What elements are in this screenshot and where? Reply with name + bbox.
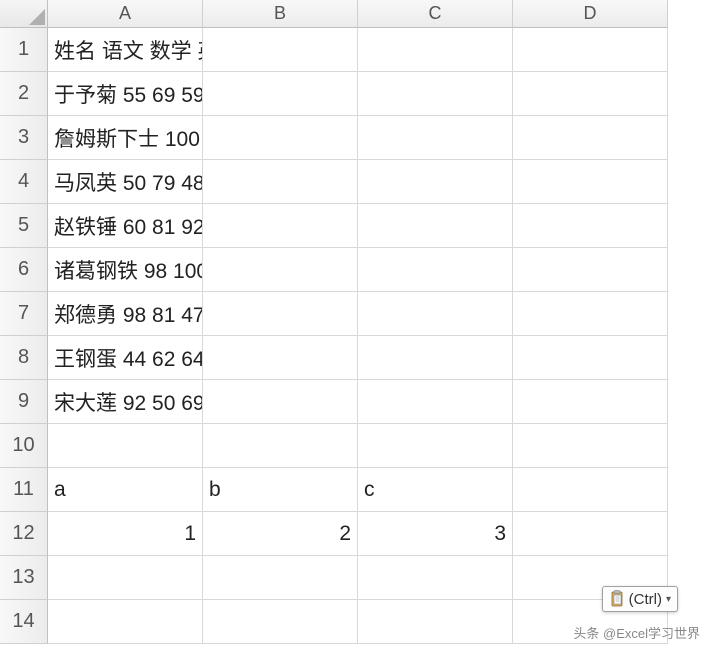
cell-C6[interactable] bbox=[358, 248, 513, 292]
cell-D1[interactable] bbox=[513, 28, 668, 72]
cell-D7[interactable] bbox=[513, 292, 668, 336]
row-header-7[interactable]: 7 bbox=[0, 292, 48, 336]
cell-C9[interactable] bbox=[358, 380, 513, 424]
cell-B14[interactable] bbox=[203, 600, 358, 644]
cell-C2[interactable] bbox=[358, 72, 513, 116]
row-header-6[interactable]: 6 bbox=[0, 248, 48, 292]
cell-D4[interactable] bbox=[513, 160, 668, 204]
row-header-8[interactable]: 8 bbox=[0, 336, 48, 380]
spreadsheet-grid: A B C D 1 姓名 语文 数学 英语 2 于予菊 55 69 59 3 詹… bbox=[0, 0, 708, 644]
cell-B4[interactable] bbox=[203, 160, 358, 204]
cell-B9[interactable] bbox=[203, 380, 358, 424]
cell-C4[interactable] bbox=[358, 160, 513, 204]
cell-A4[interactable]: 马凤英 50 79 48 bbox=[48, 160, 203, 204]
cell-D10[interactable] bbox=[513, 424, 668, 468]
row-header-5[interactable]: 5 bbox=[0, 204, 48, 248]
cell-C12[interactable]: 3 bbox=[358, 512, 513, 556]
cell-A13[interactable] bbox=[48, 556, 203, 600]
cell-B6[interactable] bbox=[203, 248, 358, 292]
cell-A6[interactable]: 诸葛钢铁 98 100 83 bbox=[48, 248, 203, 292]
cell-D11[interactable] bbox=[513, 468, 668, 512]
cell-A12[interactable]: 1 bbox=[48, 512, 203, 556]
select-all-corner[interactable] bbox=[0, 0, 48, 28]
cell-C8[interactable] bbox=[358, 336, 513, 380]
cell-A5[interactable]: 赵铁锤 60 81 92 bbox=[48, 204, 203, 248]
cell-B13[interactable] bbox=[203, 556, 358, 600]
col-header-A[interactable]: A bbox=[48, 0, 203, 28]
cell-A8[interactable]: 王钢蛋 44 62 64 bbox=[48, 336, 203, 380]
chevron-down-icon: ▾ bbox=[666, 594, 671, 605]
cell-A3[interactable]: 詹姆斯下士 100 64 61 bbox=[48, 116, 203, 160]
cell-D3[interactable] bbox=[513, 116, 668, 160]
cell-B7[interactable] bbox=[203, 292, 358, 336]
cell-A11[interactable]: a bbox=[48, 468, 203, 512]
cell-B2[interactable] bbox=[203, 72, 358, 116]
cell-A14[interactable] bbox=[48, 600, 203, 644]
cell-A2[interactable]: 于予菊 55 69 59 bbox=[48, 72, 203, 116]
cell-A1[interactable]: 姓名 语文 数学 英语 bbox=[48, 28, 203, 72]
row-header-11[interactable]: 11 bbox=[0, 468, 48, 512]
cell-D6[interactable] bbox=[513, 248, 668, 292]
cell-C3[interactable] bbox=[358, 116, 513, 160]
clipboard-icon bbox=[609, 590, 625, 608]
paste-options-label: (Ctrl) bbox=[629, 591, 662, 608]
cell-C11[interactable]: c bbox=[358, 468, 513, 512]
cell-B11[interactable]: b bbox=[203, 468, 358, 512]
cell-A9[interactable]: 宋大莲 92 50 69 bbox=[48, 380, 203, 424]
row-header-4[interactable]: 4 bbox=[0, 160, 48, 204]
col-header-B[interactable]: B bbox=[203, 0, 358, 28]
row-header-2[interactable]: 2 bbox=[0, 72, 48, 116]
cell-A7[interactable]: 郑德勇 98 81 47 bbox=[48, 292, 203, 336]
cell-D8[interactable] bbox=[513, 336, 668, 380]
cell-B12[interactable]: 2 bbox=[203, 512, 358, 556]
cell-C7[interactable] bbox=[358, 292, 513, 336]
col-header-C[interactable]: C bbox=[358, 0, 513, 28]
cell-B3[interactable] bbox=[203, 116, 358, 160]
row-header-10[interactable]: 10 bbox=[0, 424, 48, 468]
paste-options-button[interactable]: (Ctrl) ▾ bbox=[602, 586, 678, 612]
row-header-13[interactable]: 13 bbox=[0, 556, 48, 600]
cell-C13[interactable] bbox=[358, 556, 513, 600]
watermark-text: 头条 @Excel学习世界 bbox=[573, 623, 700, 642]
cell-C1[interactable] bbox=[358, 28, 513, 72]
cell-D9[interactable] bbox=[513, 380, 668, 424]
col-header-D[interactable]: D bbox=[513, 0, 668, 28]
cell-B5[interactable] bbox=[203, 204, 358, 248]
row-header-3[interactable]: 3 bbox=[0, 116, 48, 160]
row-header-12[interactable]: 12 bbox=[0, 512, 48, 556]
cell-B10[interactable] bbox=[203, 424, 358, 468]
cell-D5[interactable] bbox=[513, 204, 668, 248]
cell-B8[interactable] bbox=[203, 336, 358, 380]
cell-B1[interactable] bbox=[203, 28, 358, 72]
row-header-14[interactable]: 14 bbox=[0, 600, 48, 644]
cell-C14[interactable] bbox=[358, 600, 513, 644]
cell-C10[interactable] bbox=[358, 424, 513, 468]
cell-D12[interactable] bbox=[513, 512, 668, 556]
cell-C5[interactable] bbox=[358, 204, 513, 248]
cell-D2[interactable] bbox=[513, 72, 668, 116]
row-header-1[interactable]: 1 bbox=[0, 28, 48, 72]
row-header-9[interactable]: 9 bbox=[0, 380, 48, 424]
cell-A10[interactable] bbox=[48, 424, 203, 468]
